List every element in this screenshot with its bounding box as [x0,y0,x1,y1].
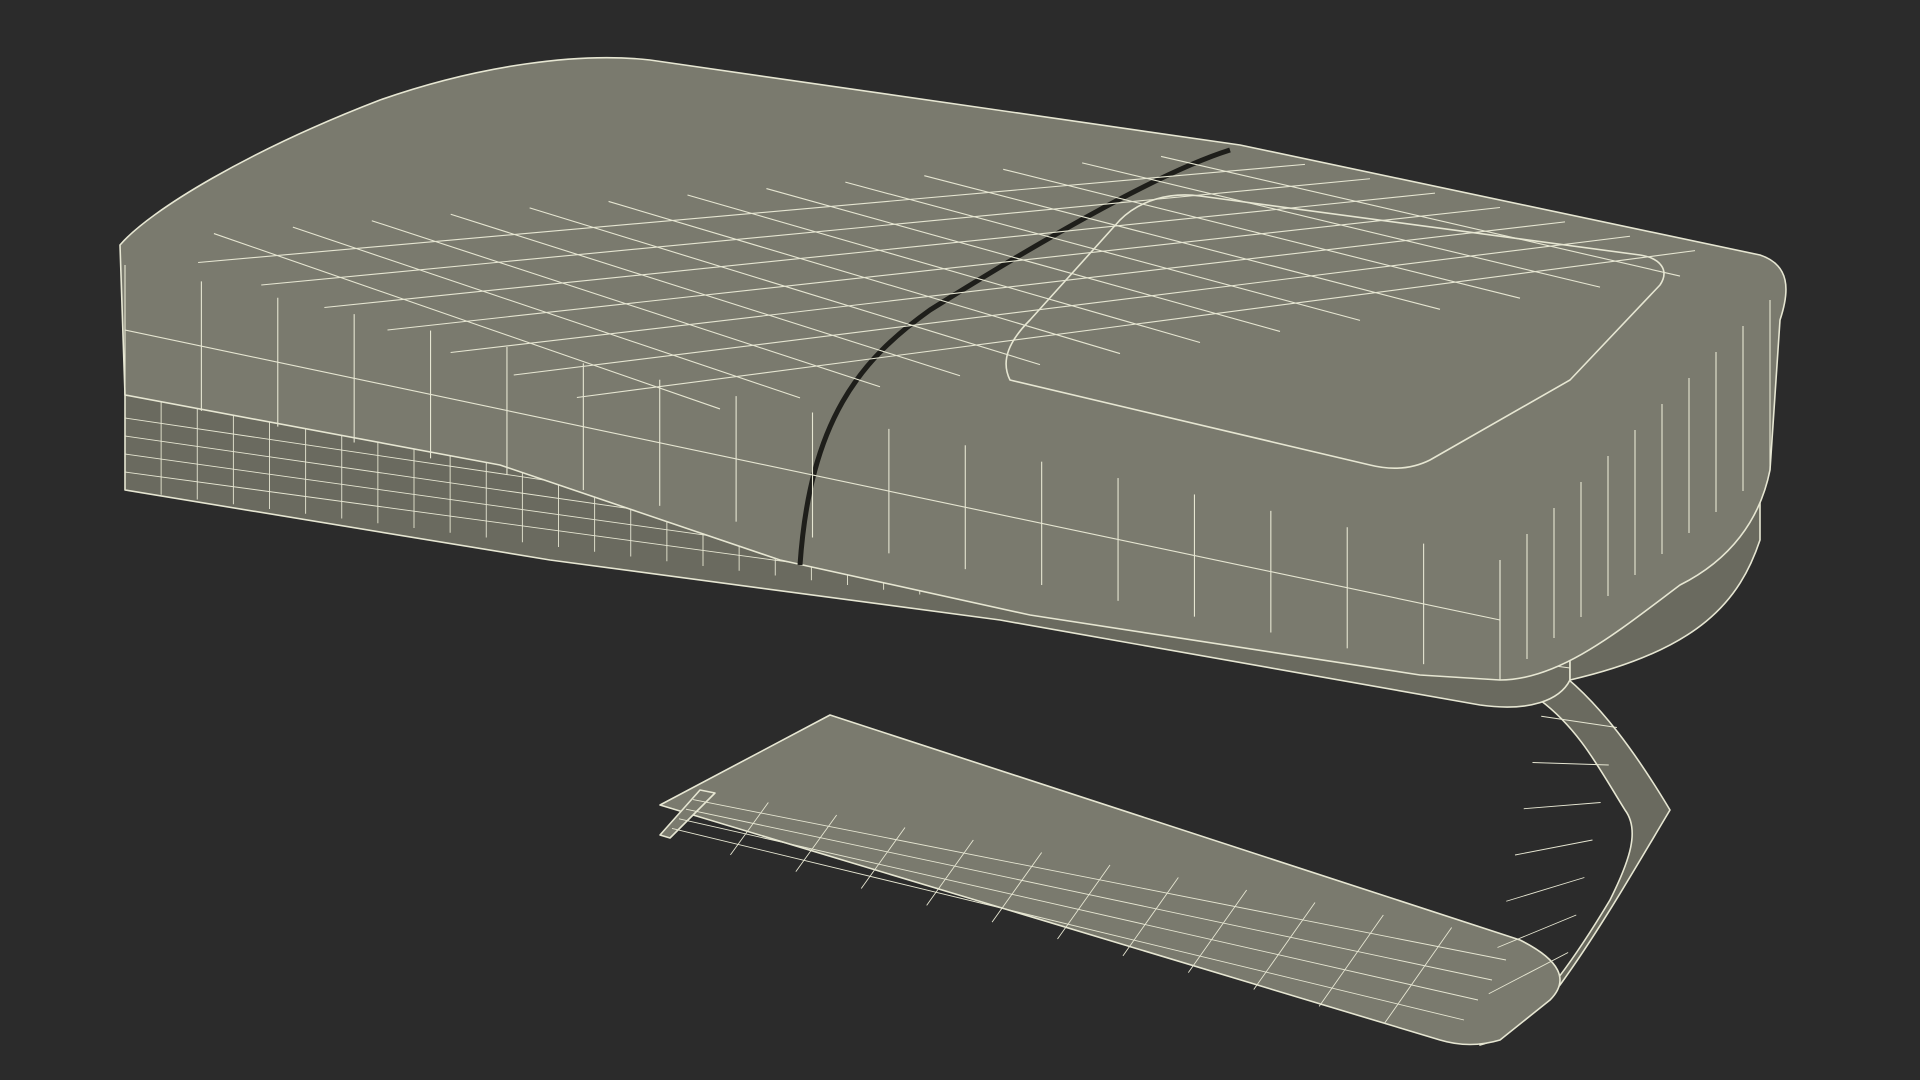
wireframe-render [0,0,1920,1080]
render-viewport [0,0,1920,1080]
